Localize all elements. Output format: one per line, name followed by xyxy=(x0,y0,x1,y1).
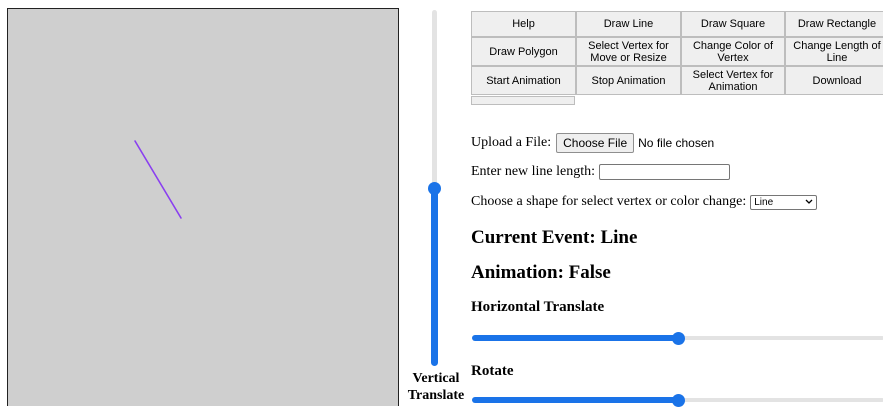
vertical-translate-slider[interactable] xyxy=(428,10,441,366)
stop-animation-button[interactable]: Stop Animation xyxy=(576,66,681,95)
drawn-line[interactable] xyxy=(134,140,182,219)
change-color-vertex-button[interactable]: Change Color of Vertex xyxy=(681,37,785,66)
start-animation-button[interactable]: Start Animation xyxy=(471,66,576,95)
chevron-down-icon xyxy=(805,199,813,204)
draw-line-button[interactable]: Draw Line xyxy=(576,11,681,37)
horizontal-translate-label: Horizontal Translate xyxy=(471,299,605,315)
shape-select-value: Line xyxy=(754,196,774,208)
upload-row: Upload a File: Choose File No file chose… xyxy=(471,133,714,153)
download-button[interactable]: Download xyxy=(785,66,883,95)
shape-select-label: Choose a shape for select vertex or colo… xyxy=(471,194,747,209)
rotate-slider-fill xyxy=(472,397,678,403)
line-length-row: Enter new line length: xyxy=(471,164,731,180)
vertical-label-line1: Vertical xyxy=(412,371,460,386)
current-event-heading: Current Event: Line xyxy=(471,227,638,248)
horizontal-slider-fill xyxy=(472,335,678,341)
empty-button[interactable] xyxy=(471,96,575,105)
horizontal-translate-slider[interactable] xyxy=(472,332,883,345)
upload-label: Upload a File: xyxy=(471,135,552,150)
draw-square-button[interactable]: Draw Square xyxy=(681,11,785,37)
horizontal-slider-track xyxy=(678,336,883,340)
vertical-translate-label: Vertical Translate xyxy=(403,370,469,404)
rotate-label: Rotate xyxy=(471,363,514,379)
horizontal-slider-thumb[interactable] xyxy=(672,332,685,345)
file-status: No file chosen xyxy=(638,136,715,150)
vertical-slider-thumb[interactable] xyxy=(428,182,441,195)
shape-select-row: Choose a shape for select vertex or colo… xyxy=(471,194,818,210)
choose-file-button[interactable]: Choose File xyxy=(556,133,635,153)
vertical-slider-fill xyxy=(431,188,438,366)
draw-polygon-button[interactable]: Draw Polygon xyxy=(471,37,576,66)
select-vertex-move-button[interactable]: Select Vertex for Move or Resize xyxy=(576,37,681,66)
rotate-slider-track xyxy=(678,398,883,402)
line-length-label: Enter new line length: xyxy=(471,164,596,179)
line-length-input[interactable] xyxy=(599,164,731,180)
help-button[interactable]: Help xyxy=(471,11,576,37)
vertical-slider-track xyxy=(432,10,437,188)
change-length-line-button[interactable]: Change Length of Line xyxy=(785,37,883,66)
toolbar-button-grid: Help Draw Line Draw Square Draw Rectangl… xyxy=(471,11,883,95)
drawing-canvas[interactable] xyxy=(7,8,399,406)
canvas-svg xyxy=(134,140,182,219)
vertical-label-line2: Translate xyxy=(407,388,465,403)
select-vertex-animation-button[interactable]: Select Vertex for Animation xyxy=(681,66,785,95)
rotate-slider-thumb[interactable] xyxy=(672,394,685,407)
animation-status-heading: Animation: False xyxy=(471,262,611,283)
rotate-slider[interactable] xyxy=(472,394,883,407)
draw-rectangle-button[interactable]: Draw Rectangle xyxy=(785,11,883,37)
shape-select[interactable]: Line xyxy=(750,194,818,210)
